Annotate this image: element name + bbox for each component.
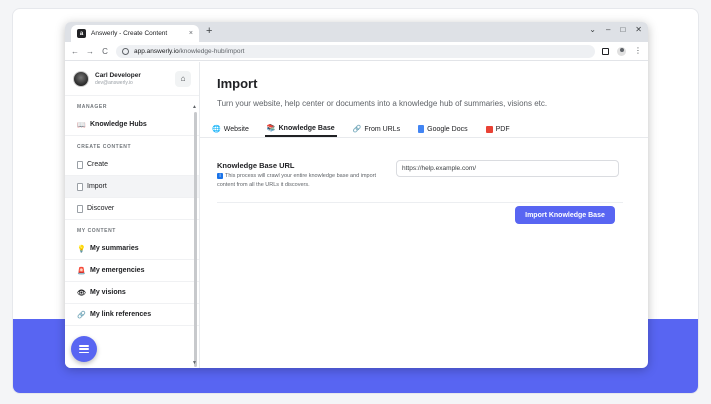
browser-toolbar: ← → C app.answerly.io/knowledge-hub/impo… [65, 42, 648, 61]
main-content: Import Turn your website, help center or… [200, 62, 648, 368]
url-text: app.answerly.io/knowledge-hub/import [134, 47, 245, 55]
link-icon: 🔗 [352, 126, 362, 133]
knowledge-base-url-label: Knowledge Base URL [217, 161, 295, 170]
knowledge-base-help-text: i This process will crawl your entire kno… [217, 173, 377, 188]
tab-title: Answerly - Create Content [91, 30, 168, 37]
sidebar-item-my-visions[interactable]: 👁 My visions [65, 282, 199, 304]
side-panel-icon[interactable] [602, 47, 609, 55]
import-tabs: 🌐 Website 📚 Knowledge Base 🔗 From URLs G… [210, 121, 512, 137]
link-icon: 🔗 [77, 311, 86, 319]
profile-email: dev@answerly.io [95, 79, 133, 86]
sidebar-item-knowledge-hubs[interactable]: 📖 Knowledge Hubs [65, 114, 199, 136]
profile-name: Carl Developer [95, 71, 141, 79]
home-icon[interactable]: ⌂ [175, 70, 191, 87]
profile-header: Carl Developer dev@answerly.io ⌂ [65, 62, 199, 96]
new-tab-button[interactable]: + [206, 25, 212, 37]
info-icon: i [217, 173, 223, 179]
page-icon [77, 182, 83, 191]
page-title: Import [217, 76, 258, 91]
site-info-icon[interactable] [122, 47, 129, 55]
page-icon [77, 204, 83, 213]
section-label-my-content: MY CONTENT [77, 228, 116, 234]
app-body: Carl Developer dev@answerly.io ⌂ MANAGER… [65, 62, 648, 368]
globe-icon: 🌐 [212, 126, 221, 133]
tab-knowledge-base[interactable]: 📚 Knowledge Base [264, 121, 337, 137]
section-label-create-content: CREATE CONTENT [77, 144, 132, 150]
eye-icon: 👁 [77, 289, 86, 297]
tab-website[interactable]: 🌐 Website [210, 121, 251, 137]
hamburger-icon [79, 345, 89, 353]
tabs-divider [200, 137, 648, 138]
maximize-icon[interactable]: □ [620, 25, 625, 34]
section-label-manager: MANAGER [77, 104, 108, 110]
book-icon: 📖 [77, 121, 86, 129]
sidebar-item-discover[interactable]: Discover [65, 198, 199, 220]
back-arrow-icon[interactable]: ← [71, 47, 79, 56]
minimize-icon[interactable]: – [606, 25, 610, 34]
tab-close-icon[interactable]: × [189, 30, 193, 37]
scroll-down-arrow-icon[interactable]: ▼ [192, 360, 197, 366]
answerly-favicon-icon: a [77, 29, 86, 38]
page-subtitle: Turn your website, help center or docume… [217, 99, 548, 108]
address-bar[interactable]: app.answerly.io/knowledge-hub/import [116, 44, 595, 58]
siren-icon: 🚨 [77, 267, 86, 275]
toolbar-actions: ⋮ [602, 46, 642, 56]
form-divider [217, 202, 623, 203]
window-controls: ⌄ – □ ✕ [589, 25, 642, 34]
knowledge-base-url-input[interactable] [396, 160, 619, 177]
pdf-icon [485, 125, 493, 133]
tab-strip: a Answerly - Create Content × + ⌄ – □ ✕ [65, 22, 648, 42]
lightbulb-icon: 💡 [77, 245, 86, 253]
browser-window: a Answerly - Create Content × + ⌄ – □ ✕ … [65, 22, 648, 368]
page-icon [77, 160, 83, 169]
google-docs-icon [418, 125, 425, 133]
tab-pdf[interactable]: PDF [484, 121, 512, 137]
sidebar-item-my-summaries[interactable]: 💡 My summaries [65, 238, 199, 260]
tab-google-docs[interactable]: Google Docs [416, 121, 469, 137]
avatar[interactable] [73, 70, 89, 87]
tab-from-urls[interactable]: 🔗 From URLs [351, 121, 403, 137]
reload-icon[interactable]: C [101, 47, 109, 56]
sidebar-item-create[interactable]: Create [65, 154, 199, 176]
browser-tab[interactable]: a Answerly - Create Content × [71, 25, 199, 42]
close-window-icon[interactable]: ✕ [635, 25, 642, 34]
sidebar-scrollbar[interactable] [194, 112, 197, 367]
books-icon: 📚 [266, 125, 276, 132]
sidebar-item-import[interactable]: Import [65, 176, 199, 198]
tab-search-icon[interactable]: ⌄ [589, 25, 596, 34]
sidebar: Carl Developer dev@answerly.io ⌂ MANAGER… [65, 62, 200, 368]
import-knowledge-base-button[interactable]: Import Knowledge Base [515, 206, 615, 224]
sidebar-item-my-emergencies[interactable]: 🚨 My emergencies [65, 260, 199, 282]
sidebar-item-my-link-references[interactable]: 🔗 My link references [65, 304, 199, 326]
forward-arrow-icon[interactable]: → [86, 47, 94, 56]
kebab-menu-icon[interactable]: ⋮ [634, 47, 642, 55]
scroll-up-arrow-icon[interactable]: ▲ [192, 104, 197, 110]
menu-fab-button[interactable] [71, 336, 97, 362]
profile-icon[interactable] [617, 46, 626, 56]
